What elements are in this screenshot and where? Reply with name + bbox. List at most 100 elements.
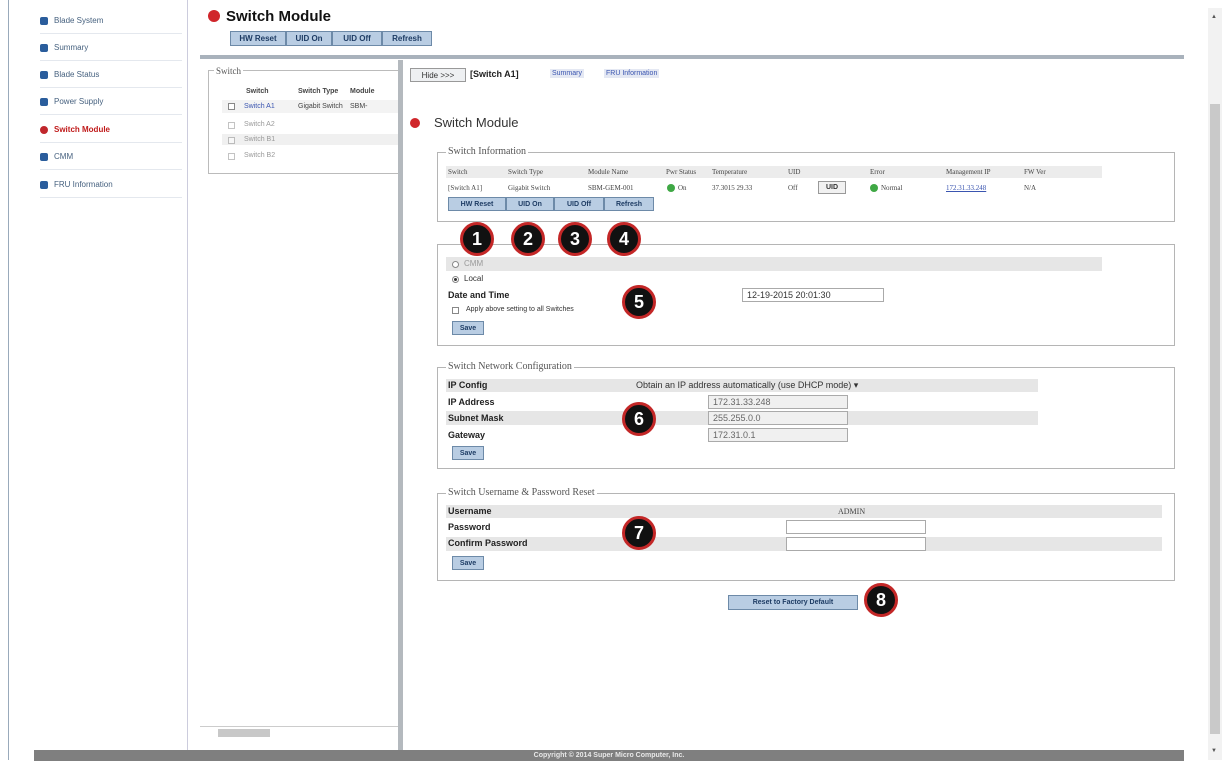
network-save-button[interactable]: Save — [452, 446, 484, 460]
sidebar-item-power-supply[interactable]: Power Supply — [40, 89, 182, 115]
sidebar-item-label: Summary — [54, 43, 89, 52]
management-ip-link[interactable]: 172.31.33.248 — [946, 184, 986, 192]
info-switch-value: [Switch A1] — [448, 184, 483, 192]
radio-cmm[interactable] — [452, 261, 459, 268]
sidebar-item-label: Blade System — [54, 16, 104, 25]
radio-cmm-label: CMM — [464, 259, 484, 268]
gateway-input[interactable]: 172.31.0.1 — [708, 428, 848, 442]
switch-module-logo-icon — [208, 10, 220, 22]
network-config-legend: Switch Network Configuration — [446, 361, 574, 372]
pane-splitter[interactable] — [398, 60, 403, 750]
info-col-uid: UID — [788, 168, 801, 176]
clock-save-button[interactable]: Save — [452, 321, 484, 335]
switch-information-legend: Switch Information — [446, 146, 529, 157]
radio-local[interactable] — [452, 276, 459, 283]
sidebar-item-label: CMM — [54, 152, 74, 161]
cmm-icon — [40, 152, 48, 161]
info-col-fw-ver: FW Ver — [1024, 168, 1046, 176]
breadcrumb-current: [Switch A1] — [470, 69, 519, 79]
info-col-switch-type: Switch Type — [508, 168, 543, 176]
info-uid-off-button[interactable]: UID Off — [554, 197, 604, 211]
info-type-value: Gigabit Switch — [508, 184, 551, 192]
info-col-temperature: Temperature — [712, 168, 748, 176]
callout-badge: 8 — [864, 583, 898, 617]
breadcrumb-summary-link[interactable]: Summary — [550, 69, 584, 78]
sidebar-item-fru-information[interactable]: FRU Information — [40, 172, 182, 198]
scrollbar-thumb[interactable] — [218, 729, 270, 737]
sidebar-item-blade-system[interactable]: Blade System — [40, 8, 182, 34]
ip-config-select[interactable]: Obtain an IP address automatically (use … — [632, 378, 924, 392]
sidebar-item-label: Switch Module — [54, 125, 110, 134]
switch-b1-link[interactable]: Switch B1 — [244, 136, 275, 143]
gateway-label: Gateway — [448, 430, 486, 440]
apply-all-checkbox[interactable] — [452, 307, 459, 314]
info-temperature-value: 37.3015 29.33 — [712, 184, 753, 192]
scrollbar-thumb[interactable] — [1210, 104, 1220, 734]
switch-a1-module: SBM- — [350, 103, 368, 110]
date-time-input[interactable]: 12-19-2015 20:01:30 — [742, 288, 884, 302]
confirm-password-label: Confirm Password — [448, 538, 528, 548]
callout-badge: 6 — [622, 402, 656, 436]
info-module-value: SBM-GEM-001 — [588, 184, 634, 192]
sidebar-item-label: FRU Information — [54, 180, 113, 189]
info-col-management-ip: Management IP — [946, 168, 991, 176]
info-col-switch: Switch — [448, 168, 468, 176]
switch-a2-checkbox[interactable] — [228, 122, 235, 129]
col-header-module: Module — [350, 88, 375, 95]
app-window: Blade System Summary Blade Status Power … — [0, 0, 1228, 770]
switch-a1-link[interactable]: Switch A1 — [244, 103, 275, 110]
info-hw-reset-button[interactable]: HW Reset — [448, 197, 506, 211]
switch-b1-checkbox[interactable] — [228, 137, 235, 144]
switch-a1-checkbox[interactable] — [228, 103, 235, 110]
hide-panel-button[interactable]: Hide >>> — [410, 68, 466, 82]
username-row — [446, 505, 1162, 518]
info-uid-on-button[interactable]: UID On — [506, 197, 554, 211]
summary-icon — [40, 43, 48, 52]
callout-badge: 2 — [511, 222, 545, 256]
info-col-pwr-status: Pwr Status — [666, 168, 697, 176]
uid-on-button[interactable]: UID On — [286, 31, 332, 46]
info-refresh-button[interactable]: Refresh — [604, 197, 654, 211]
power-supply-icon — [40, 97, 48, 106]
left-horizontal-scrollbar[interactable] — [200, 726, 398, 738]
uid-toggle-button[interactable]: UID — [818, 181, 846, 194]
reset-factory-default-button[interactable]: Reset to Factory Default — [728, 595, 858, 610]
page-title: Switch Module — [226, 8, 331, 25]
callout-badge: 1 — [460, 222, 494, 256]
section-title: Switch Module — [434, 115, 519, 130]
username-value: ADMIN — [838, 507, 866, 516]
switch-a1-type: Gigabit Switch — [298, 103, 343, 110]
fru-icon — [40, 180, 48, 189]
breadcrumb-fru-link[interactable]: FRU Information — [604, 69, 660, 78]
radio-local-label: Local — [464, 274, 484, 283]
subnet-mask-input[interactable]: 255.255.0.0 — [708, 411, 848, 425]
switch-a2-link[interactable]: Switch A2 — [244, 121, 275, 128]
cmm-row — [446, 257, 1102, 271]
credentials-save-button[interactable]: Save — [452, 556, 484, 570]
credentials-legend: Switch Username & Password Reset — [446, 487, 597, 498]
ip-address-input[interactable]: 172.31.33.248 — [708, 395, 848, 409]
subnet-mask-label: Subnet Mask — [448, 413, 504, 423]
ip-config-label: IP Config — [448, 380, 488, 390]
sidebar-item-blade-status[interactable]: Blade Status — [40, 62, 182, 88]
switch-list-panel — [208, 70, 400, 174]
scroll-up-icon[interactable]: ▲ — [1211, 14, 1217, 20]
scroll-down-icon[interactable]: ▼ — [1211, 748, 1217, 754]
switch-b2-checkbox[interactable] — [228, 153, 235, 160]
callout-badge: 4 — [607, 222, 641, 256]
sidebar-item-switch-module[interactable]: Switch Module — [40, 117, 182, 143]
uid-off-button[interactable]: UID Off — [332, 31, 382, 46]
sidebar-item-cmm[interactable]: CMM — [40, 144, 182, 170]
switch-module-icon — [40, 125, 48, 134]
hw-reset-button[interactable]: HW Reset — [230, 31, 286, 46]
copyright-footer: Copyright © 2014 Super Micro Computer, I… — [34, 750, 1184, 761]
page-vertical-scrollbar[interactable]: ▲ ▼ — [1208, 8, 1222, 760]
refresh-button[interactable]: Refresh — [382, 31, 432, 46]
blade-status-icon — [40, 70, 48, 79]
sidebar-item-summary[interactable]: Summary — [40, 35, 182, 61]
info-fw-value: N/A — [1024, 184, 1037, 192]
switch-b2-link[interactable]: Switch B2 — [244, 152, 275, 159]
col-header-switch-type: Switch Type — [298, 88, 339, 95]
password-input[interactable] — [786, 520, 926, 534]
confirm-password-input[interactable] — [786, 537, 926, 551]
